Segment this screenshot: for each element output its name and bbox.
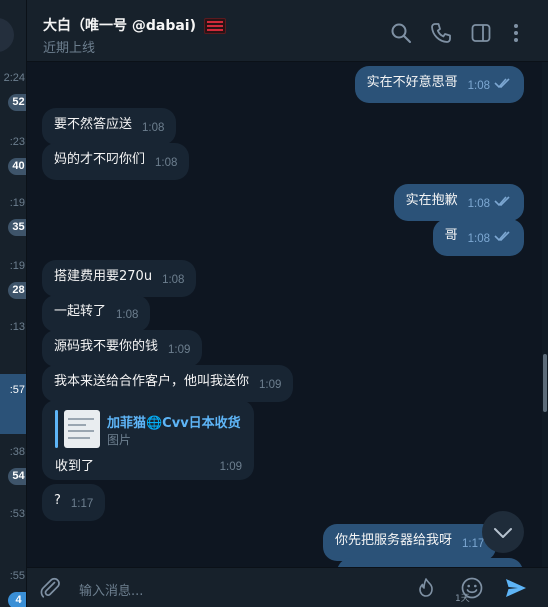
message-time: 1:08 <box>467 80 490 92</box>
chat-time: :38 <box>9 446 25 458</box>
message-text: 源码我不要你的钱 <box>54 339 159 354</box>
incoming-message[interactable]: 搭建费用要270u 1:08 <box>42 260 197 297</box>
outgoing-message[interactable]: 哥 1:08 <box>432 219 524 256</box>
unread-badge: 52 <box>8 94 26 111</box>
unread-badge: 54 <box>8 468 26 485</box>
sidebar-toggle-icon[interactable] <box>470 22 492 44</box>
message-text: 我本来送给合作客户，他叫我送你 <box>54 374 250 389</box>
unread-badge: 35 <box>8 219 26 236</box>
paperclip-icon[interactable] <box>38 576 62 600</box>
incoming-message[interactable]: 我本来送给合作客户，他叫我送你 1:09 <box>42 365 294 402</box>
chat-time: :13 <box>9 321 25 333</box>
double-check-icon <box>494 78 510 89</box>
chat-time: 2:24 <box>3 72 25 84</box>
message-text: 你先把服务器给我呀 <box>335 533 453 548</box>
reply-image-thumbnail[interactable] <box>64 410 100 448</box>
incoming-message[interactable]: 一起转了 1:08 <box>42 295 151 332</box>
double-check-icon <box>494 196 510 207</box>
custom-emoji-badge-icon <box>203 18 226 34</box>
scroll-down-button[interactable] <box>482 511 524 553</box>
chat-list-item[interactable]: :53 <box>0 508 26 568</box>
incoming-message[interactable]: ? 1:17 <box>42 484 106 521</box>
outgoing-message[interactable]: 你先把服务器给我呀 1:17 <box>323 524 497 561</box>
message-time: 1:09 <box>219 461 242 473</box>
chat-list-item[interactable]: :38 54 <box>0 446 26 506</box>
more-vertical-icon[interactable] <box>505 22 527 44</box>
chat-list-item[interactable]: :23 40 <box>0 136 26 196</box>
outgoing-message[interactable]: 实在不好意思哥 1:08 <box>354 66 524 103</box>
message-input[interactable]: 输入消息... <box>79 580 143 599</box>
reply-message[interactable]: 加菲猫🌐Cvv日本收货 图片 收到了 1:09 <box>42 400 254 480</box>
outgoing-message-partial[interactable] <box>337 558 523 567</box>
search-field-edge[interactable] <box>0 18 14 52</box>
scrollbar-thumb[interactable] <box>543 354 547 412</box>
emoji-icon[interactable] <box>460 576 484 600</box>
message-time: 1:17 <box>70 498 94 510</box>
chat-list-item[interactable]: :19 28 <box>0 260 26 320</box>
message-text: 收到了 <box>55 459 95 474</box>
chat-list-strip: 2:24 52 :23 40 :19 35 :19 28 :13 :57 :38… <box>0 0 27 607</box>
chat-time: :53 <box>9 508 25 520</box>
message-text: ? <box>54 493 61 508</box>
message-time: 1:08 <box>116 309 139 321</box>
message-time: 1:08 <box>467 198 490 210</box>
incoming-message[interactable]: 要不然答应送 1:08 <box>42 108 177 145</box>
unread-badge: 40 <box>8 158 26 175</box>
unread-badge: 28 <box>8 282 26 299</box>
chat-list-item[interactable]: :19 35 <box>0 197 26 257</box>
message-time: 1:08 <box>155 157 178 169</box>
message-text: 要不然答应送 <box>54 117 133 132</box>
unread-badge: 4 <box>8 592 26 607</box>
chat-list-item[interactable]: 2:24 52 <box>0 72 26 132</box>
message-time: 1:09 <box>259 379 282 391</box>
chat-time: :55 <box>9 570 25 582</box>
chat-title-row[interactable]: 大白（唯一号 @dabai) <box>43 15 226 35</box>
incoming-message[interactable]: 源码我不要你的钱 1:09 <box>42 330 203 367</box>
message-time: 1:08 <box>142 122 165 134</box>
chat-title: 大白（唯一号 @dabai) <box>43 18 197 34</box>
chat-time: :57 <box>9 384 25 396</box>
message-text: 妈的才不叼你们 <box>54 152 146 167</box>
phone-icon[interactable] <box>430 22 452 44</box>
message-text: 一起转了 <box>54 304 107 319</box>
reply-content-type: 图片 <box>107 433 132 447</box>
message-text: 哥 <box>444 228 458 243</box>
chat-header[interactable]: 大白（唯一号 @dabai) 近期上线 <box>27 0 548 62</box>
message-scrollbar[interactable] <box>542 62 548 567</box>
message-time: 1:08 <box>162 274 185 286</box>
incoming-message[interactable]: 妈的才不叼你们 1:08 <box>42 143 190 180</box>
chat-time: :19 <box>9 260 25 272</box>
outgoing-message[interactable]: 实在抱歉 1:08 <box>393 184 524 221</box>
double-check-icon <box>494 231 510 242</box>
chat-status: 近期上线 <box>43 41 96 56</box>
chat-time: :23 <box>9 136 25 148</box>
message-list[interactable]: 实在不好意思哥 1:08 要不然答应送 1:08 妈的才不叼你们 1:08 实在抱歉 1… <box>27 62 548 567</box>
message-composer: 输入消息... 1天 <box>27 567 548 607</box>
message-text: 实在抱歉 <box>405 193 458 208</box>
self-destruct-timer-icon[interactable] <box>415 576 439 600</box>
chat-list-item-active[interactable]: :57 <box>0 374 26 434</box>
chat-list-item[interactable]: :55 4 <box>0 570 26 607</box>
send-icon[interactable] <box>504 576 528 600</box>
message-text: 实在不好意思哥 <box>366 75 458 90</box>
reply-accent-bar <box>55 410 58 448</box>
chat-time: :19 <box>9 197 25 209</box>
reply-sender-name: 加菲猫🌐Cvv日本收货 <box>107 416 241 431</box>
message-text: 搭建费用要270u <box>54 269 153 284</box>
chat-list-item[interactable]: :13 <box>0 321 26 381</box>
chevron-down-icon <box>494 528 512 538</box>
search-icon[interactable] <box>390 22 412 44</box>
message-time: 1:09 <box>168 344 191 356</box>
message-time: 1:08 <box>467 233 490 245</box>
